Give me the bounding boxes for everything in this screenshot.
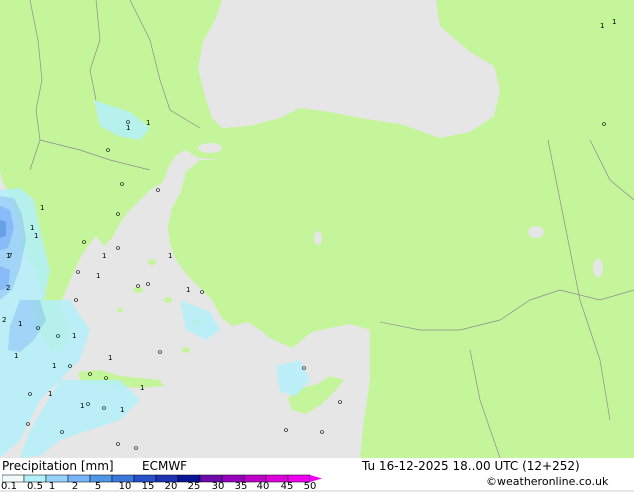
model-name: ECMWF (142, 459, 188, 473)
scale-label: 15 (141, 481, 155, 492)
scale-label: 35 (234, 481, 248, 492)
map-canvas: 1 1 1 1 7 1 2 2 1 1 1 1 1 1 1 1 1 1 1 1 … (0, 0, 634, 458)
value-label: 1 (146, 119, 150, 127)
value-label: 1 (30, 224, 34, 232)
scale-label: 2 (71, 481, 79, 492)
value-label: 1 (612, 18, 616, 26)
scale-label: 20 (164, 481, 178, 492)
value-label: 1 (108, 354, 112, 362)
lake (314, 231, 322, 245)
value-label: 1 (34, 232, 38, 240)
lake (593, 259, 603, 277)
valid-time: Tu 16-12-2025 18..00 UTC (12+252) (362, 459, 580, 473)
value-label: 1 (18, 320, 22, 328)
scale-label: 50 (303, 481, 317, 492)
scale-label: 10 (118, 481, 132, 492)
value-label: 1 (102, 252, 106, 260)
value-label: 7 (8, 252, 12, 260)
precipitation-map: 1 1 1 1 7 1 2 2 1 1 1 1 1 1 1 1 1 1 1 1 … (0, 0, 634, 458)
value-label: 1 (40, 204, 44, 212)
value-label: 1 (80, 402, 84, 410)
scale-label: 5 (94, 481, 102, 492)
scale-label: 40 (256, 481, 270, 492)
value-label: 1 (14, 352, 18, 360)
value-label: 1 (72, 332, 76, 340)
scale-label: 0.5 (27, 481, 43, 492)
scale-label: 30 (211, 481, 225, 492)
credit: ©weatheronline.co.uk (486, 475, 609, 488)
value-label: 1 (600, 22, 604, 30)
value-label: 1 (48, 390, 52, 398)
lake (528, 226, 544, 238)
value-label: 1 (126, 124, 130, 132)
value-label: 1 (96, 272, 100, 280)
scale-label: 1 (48, 481, 56, 492)
value-label: 1 (120, 406, 124, 414)
scale-label: 25 (187, 481, 201, 492)
value-label: 2 (2, 316, 6, 324)
legend-title: Precipitation [mm] (2, 459, 114, 473)
marmara-sea (198, 143, 222, 153)
value-label: 1 (140, 384, 144, 392)
value-label: 2 (6, 284, 10, 292)
scale-label: 0.1 (1, 481, 17, 492)
value-label: 1 (52, 362, 56, 370)
value-label: 1 (168, 252, 172, 260)
value-label: 1 (186, 286, 190, 294)
scale-label: 45 (280, 481, 294, 492)
